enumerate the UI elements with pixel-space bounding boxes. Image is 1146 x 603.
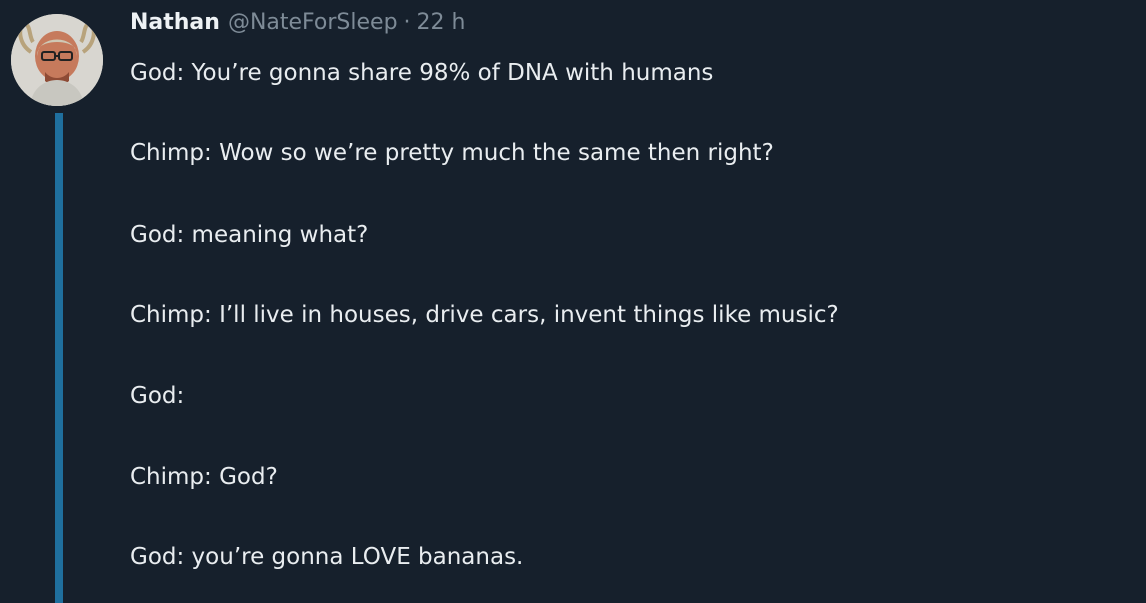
tweet-line-1: God: You’re gonna share 98% of DNA with …	[130, 60, 714, 86]
separator-dot: ·	[403, 10, 411, 35]
tweet-line-7: God: you’re gonna LOVE bananas.	[130, 544, 524, 570]
tweet-line-3: God: meaning what?	[130, 222, 369, 248]
avatar[interactable]	[11, 14, 103, 106]
avatar-image	[11, 14, 103, 106]
tweet-line-6: Chimp: God?	[130, 464, 278, 490]
author-handle[interactable]: @NateForSleep	[228, 10, 398, 35]
tweet-header: Nathan @NateForSleep · 22 h	[130, 10, 465, 44]
author-name[interactable]: Nathan	[130, 10, 220, 35]
thread-connector-line	[55, 113, 63, 603]
tweet-card[interactable]: Nathan @NateForSleep · 22 h God: You’re …	[0, 0, 1146, 603]
tweet-line-5: God:	[130, 383, 185, 409]
tweet-time[interactable]: 22 h	[417, 10, 466, 35]
tweet-line-4: Chimp: I’ll live in houses, drive cars, …	[130, 302, 839, 328]
tweet-line-2: Chimp: Wow so we’re pretty much the same…	[130, 140, 774, 166]
